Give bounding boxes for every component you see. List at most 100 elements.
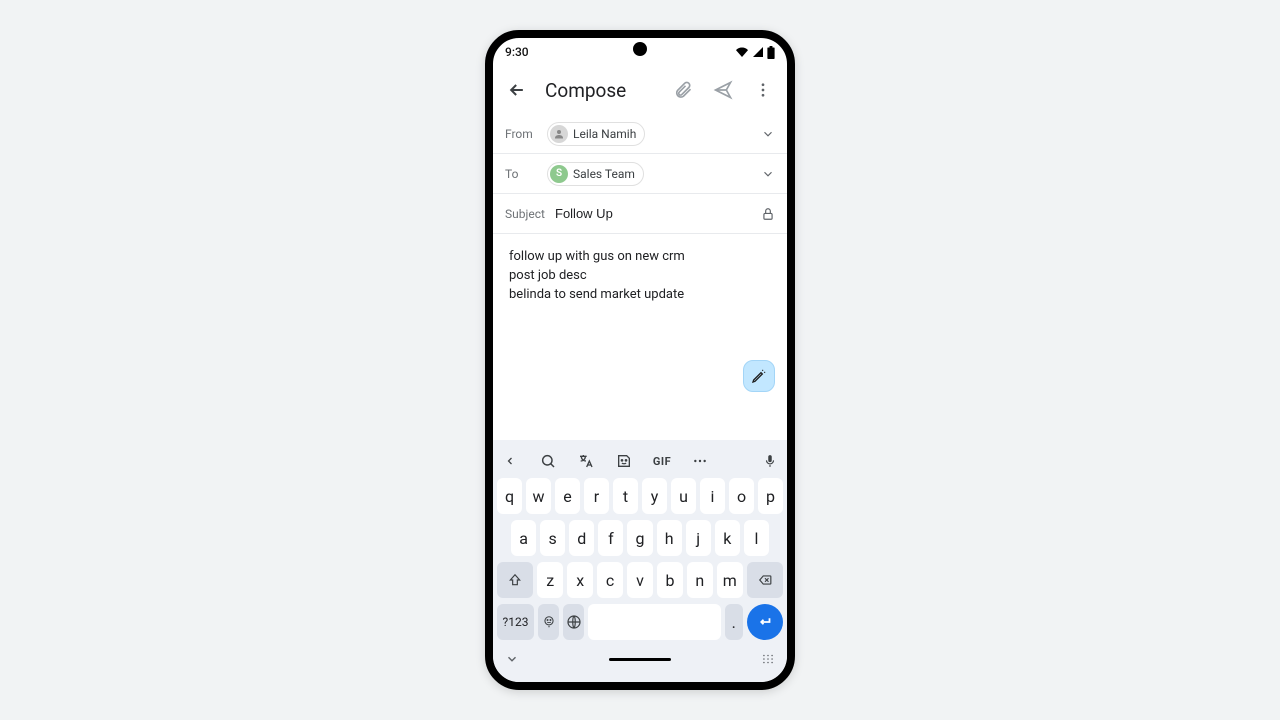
compose-body[interactable]: follow up with gus on new crm post job d… bbox=[493, 234, 787, 402]
kb-grid-button[interactable] bbox=[761, 652, 775, 666]
body-line: follow up with gus on new crm bbox=[509, 248, 771, 267]
confidential-mode-icon[interactable] bbox=[761, 207, 775, 221]
key-o[interactable]: o bbox=[729, 478, 754, 514]
to-chip[interactable]: S Sales Team bbox=[547, 162, 644, 186]
keyboard-toolbar: GIF bbox=[493, 444, 787, 478]
to-avatar: S bbox=[550, 165, 568, 183]
subject-input[interactable] bbox=[555, 206, 731, 221]
key-v[interactable]: v bbox=[627, 562, 653, 598]
kb-more-button[interactable] bbox=[691, 453, 709, 469]
kb-gif-button[interactable]: GIF bbox=[653, 455, 671, 468]
more-horiz-icon bbox=[692, 453, 708, 469]
key-h[interactable]: h bbox=[657, 520, 682, 556]
help-me-write-button[interactable] bbox=[743, 360, 775, 392]
enter-key[interactable] bbox=[747, 604, 783, 640]
kb-sticker-button[interactable] bbox=[615, 453, 633, 469]
send-icon bbox=[713, 80, 733, 100]
kb-search-button[interactable] bbox=[539, 453, 557, 469]
key-l[interactable]: l bbox=[744, 520, 769, 556]
to-expand-icon[interactable] bbox=[761, 167, 775, 181]
key-w[interactable]: w bbox=[526, 478, 551, 514]
body-line: belinda to send market update bbox=[509, 286, 771, 305]
signal-icon bbox=[752, 46, 764, 58]
chevron-left-icon bbox=[504, 455, 516, 467]
language-key[interactable] bbox=[563, 604, 584, 640]
from-avatar bbox=[550, 125, 568, 143]
space-key[interactable] bbox=[588, 604, 720, 640]
key-p[interactable]: p bbox=[758, 478, 783, 514]
shift-icon bbox=[508, 573, 522, 587]
kb-collapse-button[interactable] bbox=[505, 652, 519, 666]
back-button[interactable] bbox=[505, 78, 529, 102]
sticker-icon bbox=[616, 453, 632, 469]
from-chip[interactable]: Leila Namih bbox=[547, 122, 645, 146]
keyboard-footer bbox=[493, 646, 787, 672]
backspace-icon bbox=[756, 573, 774, 587]
period-key[interactable]: . bbox=[725, 604, 744, 640]
key-a[interactable]: a bbox=[511, 520, 536, 556]
arrow-back-icon bbox=[507, 80, 527, 100]
kb-translate-button[interactable] bbox=[577, 453, 595, 469]
status-time: 9:30 bbox=[505, 45, 529, 59]
wifi-icon bbox=[735, 46, 749, 58]
chevron-down-icon bbox=[505, 652, 519, 666]
key-u[interactable]: u bbox=[671, 478, 696, 514]
key-x[interactable]: x bbox=[567, 562, 593, 598]
globe-icon bbox=[566, 614, 582, 630]
key-m[interactable]: m bbox=[717, 562, 743, 598]
keyboard-grid-icon bbox=[761, 652, 775, 666]
enter-icon bbox=[756, 613, 774, 631]
translate-icon bbox=[578, 453, 594, 469]
from-expand-icon[interactable] bbox=[761, 127, 775, 141]
numbers-key[interactable]: ?123 bbox=[497, 604, 534, 640]
lock-icon bbox=[761, 207, 775, 221]
shift-key[interactable] bbox=[497, 562, 533, 598]
key-b[interactable]: b bbox=[657, 562, 683, 598]
key-n[interactable]: n bbox=[687, 562, 713, 598]
key-f[interactable]: f bbox=[598, 520, 623, 556]
key-t[interactable]: t bbox=[613, 478, 638, 514]
magic-pencil-icon bbox=[751, 368, 767, 384]
app-bar: Compose bbox=[493, 66, 787, 114]
more-button[interactable] bbox=[751, 78, 775, 102]
key-c[interactable]: c bbox=[597, 562, 623, 598]
from-name: Leila Namih bbox=[573, 127, 636, 141]
phone-frame: 9:30 Compose From Leila Namih bbox=[485, 30, 795, 690]
battery-icon bbox=[767, 46, 775, 59]
kb-back-button[interactable] bbox=[501, 455, 519, 467]
attach-button[interactable] bbox=[671, 78, 695, 102]
to-row[interactable]: To S Sales Team bbox=[493, 154, 787, 194]
key-g[interactable]: g bbox=[627, 520, 652, 556]
to-label: To bbox=[505, 167, 547, 181]
mic-icon bbox=[763, 453, 777, 469]
more-vert-icon bbox=[754, 81, 772, 99]
key-r[interactable]: r bbox=[584, 478, 609, 514]
key-k[interactable]: k bbox=[715, 520, 740, 556]
on-screen-keyboard: GIF qwertyuiop asdfghjkl zxcvbnm ?123 bbox=[493, 440, 787, 682]
send-button[interactable] bbox=[711, 78, 735, 102]
emoji-icon bbox=[542, 615, 556, 629]
key-e[interactable]: e bbox=[555, 478, 580, 514]
key-i[interactable]: i bbox=[700, 478, 725, 514]
chevron-down-icon bbox=[761, 167, 775, 181]
key-y[interactable]: y bbox=[642, 478, 667, 514]
key-z[interactable]: z bbox=[537, 562, 563, 598]
front-camera bbox=[633, 42, 647, 56]
kb-mic-button[interactable] bbox=[761, 453, 779, 469]
key-q[interactable]: q bbox=[497, 478, 522, 514]
backspace-key[interactable] bbox=[747, 562, 783, 598]
status-icons bbox=[735, 46, 775, 59]
key-j[interactable]: j bbox=[686, 520, 711, 556]
key-d[interactable]: d bbox=[569, 520, 594, 556]
attachment-icon bbox=[673, 80, 693, 100]
from-label: From bbox=[505, 127, 547, 141]
navigation-handle[interactable] bbox=[609, 658, 671, 661]
app-bar-title: Compose bbox=[545, 79, 655, 102]
subject-row[interactable]: Subject bbox=[493, 194, 787, 234]
to-name: Sales Team bbox=[573, 167, 635, 181]
key-s[interactable]: s bbox=[540, 520, 565, 556]
keyboard-keys: qwertyuiop asdfghjkl zxcvbnm ?123 . bbox=[493, 478, 787, 640]
emoji-key[interactable] bbox=[538, 604, 559, 640]
from-row[interactable]: From Leila Namih bbox=[493, 114, 787, 154]
body-line: post job desc bbox=[509, 267, 771, 286]
